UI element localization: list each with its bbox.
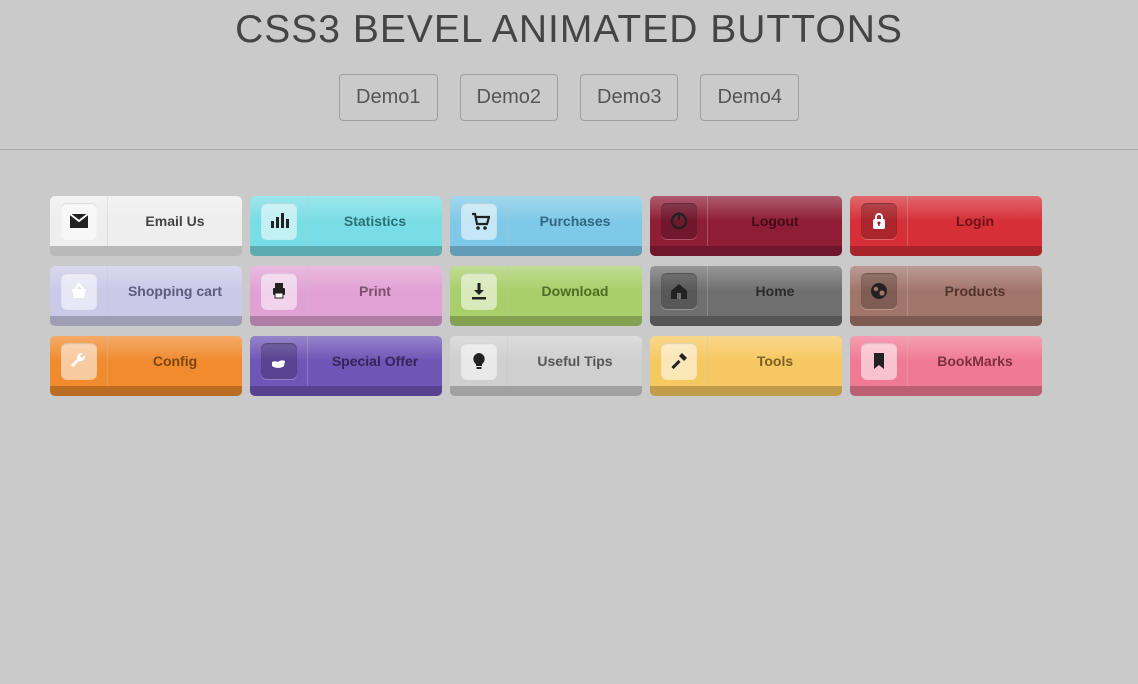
tab-demo3[interactable]: Demo3 bbox=[580, 74, 678, 121]
basket-icon bbox=[61, 273, 97, 309]
icon-box bbox=[50, 266, 108, 316]
icon-box bbox=[650, 336, 708, 386]
button-label: Shopping cart bbox=[108, 266, 242, 316]
icon-box bbox=[450, 196, 508, 246]
content: Email Us Statistics Purchases Logout Login Sh… bbox=[0, 150, 1138, 442]
icon-box bbox=[50, 336, 108, 386]
home-button[interactable]: Home bbox=[650, 266, 842, 326]
icon-box bbox=[650, 266, 708, 316]
demo-tabs: Demo1 Demo2 Demo3 Demo4 bbox=[0, 74, 1138, 121]
icon-box bbox=[250, 336, 308, 386]
stats-icon bbox=[261, 203, 297, 239]
icon-box bbox=[250, 196, 308, 246]
icon-box bbox=[450, 266, 508, 316]
button-label: BookMarks bbox=[908, 336, 1042, 386]
button-label: Special Offer bbox=[308, 336, 442, 386]
icon-box bbox=[850, 336, 908, 386]
button-grid: Email Us Statistics Purchases Logout Login Sh… bbox=[50, 196, 1088, 396]
button-label: Statistics bbox=[308, 196, 442, 246]
home-icon bbox=[661, 273, 697, 309]
hammer-icon bbox=[661, 343, 697, 379]
button-label: Useful Tips bbox=[508, 336, 642, 386]
button-label: Print bbox=[308, 266, 442, 316]
globe-icon bbox=[861, 273, 897, 309]
button-label: Tools bbox=[708, 336, 842, 386]
icon-box bbox=[50, 196, 108, 246]
icon-box bbox=[250, 266, 308, 316]
wrench-icon bbox=[61, 343, 97, 379]
statistics-button[interactable]: Statistics bbox=[250, 196, 442, 256]
button-label: Products bbox=[908, 266, 1042, 316]
button-label: Download bbox=[508, 266, 642, 316]
page-title: CSS3 BEVEL ANIMATED BUTTONS bbox=[0, 8, 1138, 52]
tab-demo1[interactable]: Demo1 bbox=[339, 74, 437, 121]
bookmarks-button[interactable]: BookMarks bbox=[850, 336, 1042, 396]
lock-icon bbox=[861, 203, 897, 239]
header: CSS3 BEVEL ANIMATED BUTTONS Demo1 Demo2 … bbox=[0, 0, 1138, 150]
useful-tips-button[interactable]: Useful Tips bbox=[450, 336, 642, 396]
purchases-button[interactable]: Purchases bbox=[450, 196, 642, 256]
config-button[interactable]: Config bbox=[50, 336, 242, 396]
button-label: Home bbox=[708, 266, 842, 316]
icon-box bbox=[650, 196, 708, 246]
tab-demo2[interactable]: Demo2 bbox=[460, 74, 558, 121]
hand-icon bbox=[261, 343, 297, 379]
email-us-button[interactable]: Email Us bbox=[50, 196, 242, 256]
download-icon bbox=[461, 273, 497, 309]
icon-box bbox=[850, 196, 908, 246]
bulb-icon bbox=[461, 343, 497, 379]
products-button[interactable]: Products bbox=[850, 266, 1042, 326]
tab-demo4[interactable]: Demo4 bbox=[700, 74, 798, 121]
shopping-cart-button[interactable]: Shopping cart bbox=[50, 266, 242, 326]
button-label: Purchases bbox=[508, 196, 642, 246]
print-icon bbox=[261, 273, 297, 309]
mail-icon bbox=[61, 203, 97, 239]
bookmark-icon bbox=[861, 343, 897, 379]
cart-icon bbox=[461, 203, 497, 239]
tools-button[interactable]: Tools bbox=[650, 336, 842, 396]
logout-button[interactable]: Logout bbox=[650, 196, 842, 256]
icon-box bbox=[450, 336, 508, 386]
download-button[interactable]: Download bbox=[450, 266, 642, 326]
button-label: Login bbox=[908, 196, 1042, 246]
button-label: Logout bbox=[708, 196, 842, 246]
button-label: Config bbox=[108, 336, 242, 386]
special-offer-button[interactable]: Special Offer bbox=[250, 336, 442, 396]
login-button[interactable]: Login bbox=[850, 196, 1042, 256]
power-icon bbox=[661, 203, 697, 239]
button-label: Email Us bbox=[108, 196, 242, 246]
icon-box bbox=[850, 266, 908, 316]
print-button[interactable]: Print bbox=[250, 266, 442, 326]
